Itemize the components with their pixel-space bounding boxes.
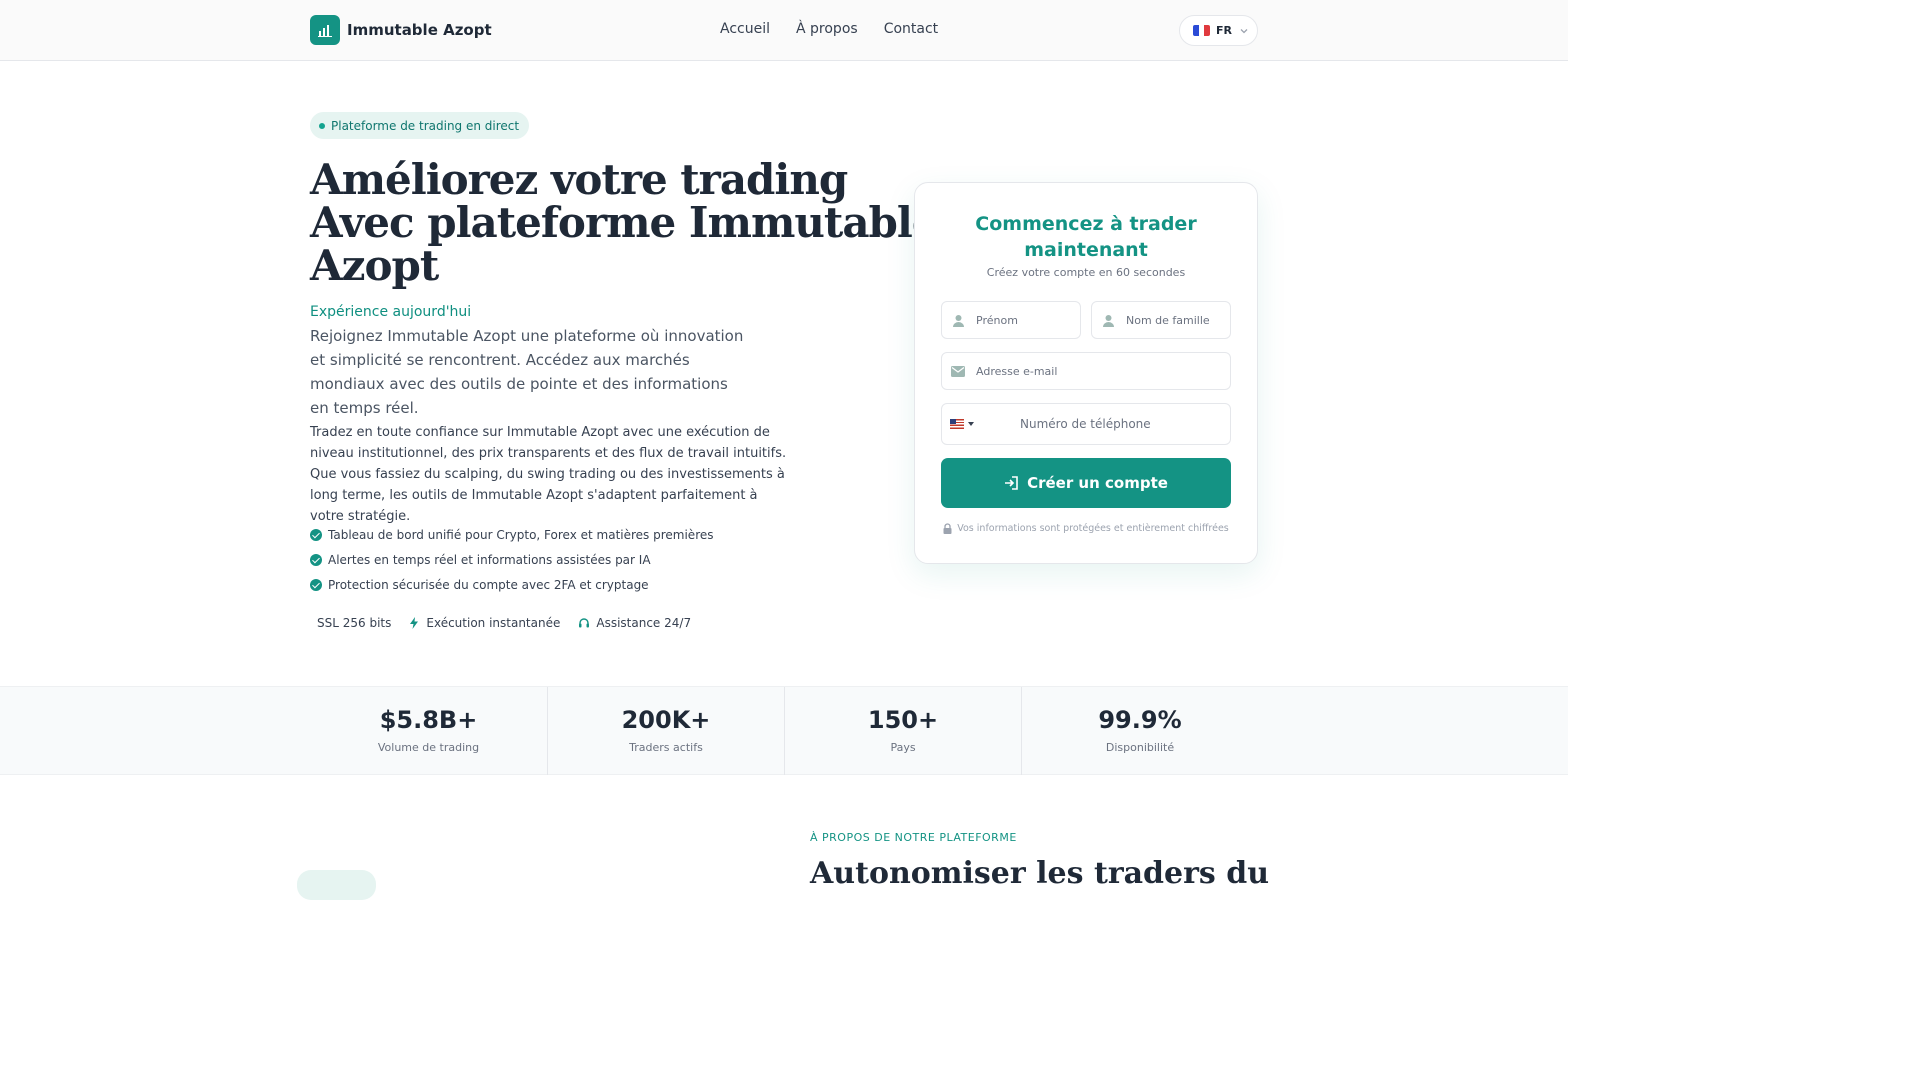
nav-home[interactable]: Accueil — [720, 21, 770, 37]
email-field[interactable]: Adresse e-mail — [941, 352, 1231, 390]
check-circle-icon — [310, 528, 322, 541]
envelope-icon — [951, 364, 965, 378]
stat-value: 99.9% — [1098, 706, 1182, 734]
stat-value: 200K+ — [621, 706, 711, 734]
phone-placeholder: Numéro de téléphone — [1020, 417, 1151, 431]
feature-text: Alertes en temps réel et informations as… — [328, 552, 651, 567]
caret-down-icon[interactable] — [968, 422, 974, 426]
security-note-text: Vos informations sont protégées et entiè… — [957, 523, 1229, 534]
check-circle-icon — [310, 578, 322, 591]
check-circle-icon — [310, 553, 322, 566]
stat-value: $5.8B+ — [379, 706, 478, 734]
stat-uptime: 99.9% Disponibilité — [1021, 687, 1258, 775]
signup-title: Commencez à trader maintenant — [975, 213, 1197, 261]
trust-support: Assistance 24/7 — [578, 616, 691, 630]
stat-label: Traders actifs — [629, 741, 703, 754]
feature-text: Protection sécurisée du compte avec 2FA … — [328, 577, 649, 592]
us-flag-icon[interactable] — [950, 419, 964, 429]
lock-icon — [943, 523, 952, 534]
hero-title: Améliorez votre trading Avec plateforme … — [310, 155, 939, 290]
lightning-icon — [410, 617, 419, 629]
france-flag-icon — [1193, 25, 1210, 36]
user-icon — [951, 313, 965, 327]
nav-about[interactable]: À propos — [796, 21, 858, 37]
feature-list: Tableau de bord unifié pour Crypto, Fore… — [310, 522, 714, 597]
about-kicker: À PROPOS DE NOTRE PLATEFORME — [810, 831, 1017, 844]
first-name-field[interactable]: Prénom — [941, 301, 1081, 339]
nav-contact[interactable]: Contact — [884, 21, 938, 37]
chevron-down-icon — [1240, 28, 1248, 33]
email-placeholder: Adresse e-mail — [976, 364, 1058, 378]
feature-item: Protection sécurisée du compte avec 2FA … — [310, 572, 714, 597]
trust-ssl: SSL 256 bits — [317, 616, 391, 630]
last-name-field[interactable]: Nom de famille — [1091, 301, 1231, 339]
badge-text: Plateforme de trading en direct — [331, 118, 520, 133]
status-dot-icon — [319, 123, 325, 129]
user-icon — [1101, 313, 1115, 327]
brand-logo[interactable]: Immutable Azopt — [310, 15, 492, 45]
create-account-label: Créer un compte — [1027, 474, 1168, 492]
hero-kicker: Expérience aujourd'hui — [310, 304, 472, 320]
last-name-placeholder: Nom de famille — [1126, 313, 1210, 327]
headset-icon — [579, 618, 590, 628]
language-selector[interactable]: FR — [1179, 15, 1258, 46]
hero-title-line-1: Améliorez votre trading — [310, 155, 848, 204]
stat-label: Disponibilité — [1105, 741, 1175, 754]
stat-label: Pays — [890, 741, 916, 754]
first-name-placeholder: Prénom — [976, 313, 1018, 327]
sign-in-icon — [1004, 476, 1019, 490]
trust-indicators: SSL 256 bits Exécution instantanée Assis… — [317, 616, 709, 630]
language-code: FR — [1216, 24, 1232, 37]
stat-countries: 150+ Pays — [784, 687, 1021, 775]
security-note: Vos informations sont protégées et entiè… — [915, 523, 1257, 534]
phone-field[interactable]: Numéro de téléphone — [941, 403, 1231, 445]
trust-support-label: Assistance 24/7 — [596, 616, 692, 630]
feature-text: Tableau de bord unifié pour Crypto, Fore… — [328, 527, 714, 542]
hero-title-line-2: Avec plateforme Immutable — [310, 198, 939, 247]
site-header: Immutable Azopt Accueil À propos Contact… — [0, 0, 1568, 61]
stat-traders: 200K+ Traders actifs — [547, 687, 784, 775]
stat-value: 150+ — [867, 706, 939, 734]
stat-label: Volume de trading — [377, 741, 480, 754]
about-title: Autonomiser les traders du — [810, 856, 1270, 891]
signup-card: Commencez à trader maintenant Créez votr… — [914, 182, 1258, 564]
hero-title-line-3: Azopt — [310, 241, 439, 290]
signup-subtitle: Créez votre compte en 60 secondes — [986, 266, 1186, 279]
create-account-button[interactable]: Créer un compte — [941, 458, 1231, 508]
chart-logo-icon — [310, 15, 340, 45]
stats-bar: $5.8B+ Volume de trading 200K+ Traders a… — [0, 686, 1568, 775]
brand-name: Immutable Azopt — [347, 21, 492, 39]
live-badge: Plateforme de trading en direct — [310, 112, 530, 139]
feature-item: Alertes en temps réel et informations as… — [310, 547, 714, 572]
hero-lead: Rejoignez Immutable Azopt une plateforme… — [310, 327, 744, 417]
main-nav: Accueil À propos Contact — [720, 21, 964, 37]
stat-volume: $5.8B+ Volume de trading — [310, 687, 547, 775]
trust-ssl-label: SSL 256 bits — [317, 616, 392, 630]
feature-item: Tableau de bord unifié pour Crypto, Fore… — [310, 522, 714, 547]
about-image-badge — [297, 870, 376, 900]
trust-execution-label: Exécution instantanée — [426, 616, 561, 630]
trust-execution: Exécution instantanée — [409, 616, 560, 630]
hero-body: Tradez en toute confiance sur Immutable … — [310, 425, 787, 524]
